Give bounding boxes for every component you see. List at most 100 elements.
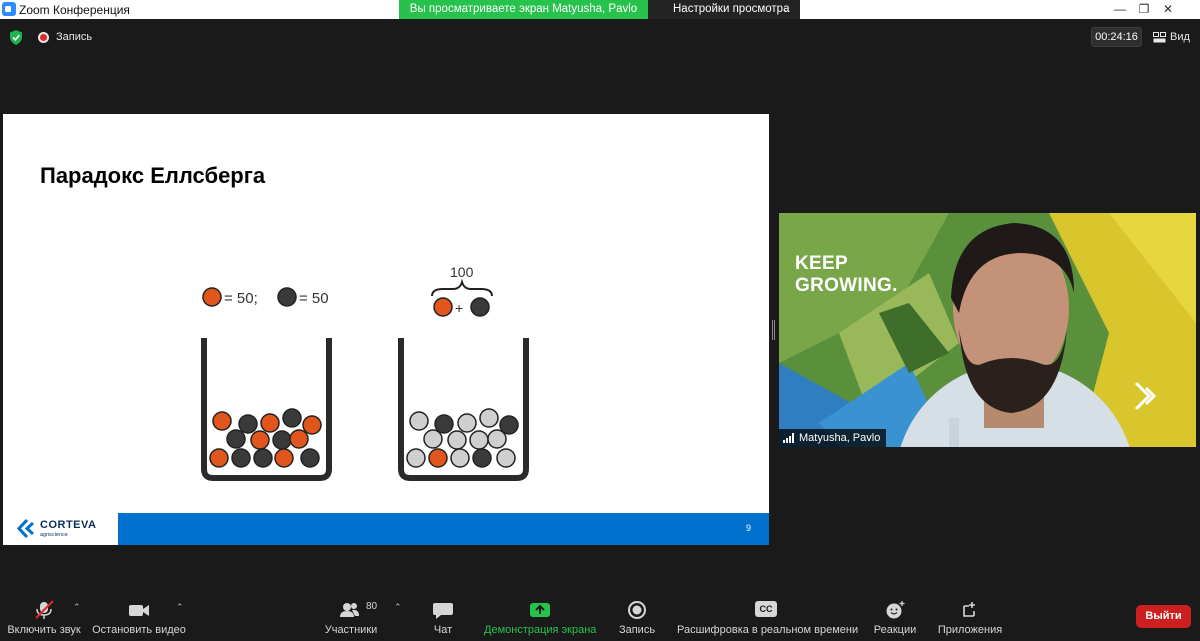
participant-video[interactable]: KEEP GROWING. Matyusha, Pavlo xyxy=(779,213,1196,447)
share-screen-button[interactable]: Демонстрация экрана xyxy=(484,597,596,641)
urn-known-ball-1 xyxy=(212,411,232,431)
leave-meeting-button[interactable]: Выйти xyxy=(1136,605,1191,628)
record-icon xyxy=(628,601,646,619)
urn-ambiguous-ball-12 xyxy=(450,448,470,468)
total-label: 100 xyxy=(450,264,474,280)
share-banner: Вы просматриваете экран Matyusha, Pavlo xyxy=(399,0,648,19)
urn-ambiguous-ball-6 xyxy=(423,429,443,449)
video-camera-icon xyxy=(129,605,149,616)
slide-page-number: 9 xyxy=(746,523,752,533)
apps-label: Приложения xyxy=(937,624,1003,636)
overlay-line-1: KEEP xyxy=(795,253,848,274)
stop-video-button[interactable]: Остановить видео xyxy=(92,597,186,641)
stop-video-label: Остановить видео xyxy=(92,624,186,636)
shared-screen-slide: = 50; = 50 100 + Парадокс Еллсберга CORT… xyxy=(3,114,769,545)
participant-name: Matyusha, Pavlo xyxy=(799,432,881,444)
muted-mic-icon xyxy=(35,600,54,619)
urn-known-ball-4 xyxy=(282,408,302,428)
corteva-logo-icon xyxy=(17,519,35,538)
legend-dark-ball xyxy=(277,287,297,307)
legend-orange-ball xyxy=(202,287,222,307)
restore-icon[interactable]: ❐ xyxy=(1136,1,1152,17)
view-settings-button[interactable]: Настройки просмотра ⌄ xyxy=(648,0,800,19)
urn-known-ball-3 xyxy=(260,413,280,433)
share-screen-icon xyxy=(530,603,550,617)
participants-count: 80 xyxy=(366,601,378,612)
urn-known-ball-5 xyxy=(302,415,322,435)
corteva-brand-name: CORTEVA xyxy=(40,519,97,531)
urn-known-ball-9 xyxy=(289,429,309,449)
chat-bubble-icon xyxy=(433,603,453,619)
overlay-line-2: GROWING. xyxy=(795,275,898,296)
urn-known-ball-10 xyxy=(209,448,229,468)
view-button[interactable]: Вид xyxy=(1153,29,1195,45)
view-label: Вид xyxy=(1170,31,1190,43)
urn-ambiguous-ball-8 xyxy=(469,430,489,450)
curly-brace xyxy=(431,278,493,297)
urn-ambiguous-balls xyxy=(406,408,519,468)
slide-title: Парадокс Еллсберга xyxy=(40,163,266,188)
urn-ambiguous-ball-13 xyxy=(472,448,492,468)
legend-dark-value: = 50 xyxy=(299,290,329,307)
video-options-caret-icon[interactable]: ⌃ xyxy=(176,602,184,613)
record-button[interactable]: Запись xyxy=(615,597,659,641)
video-background xyxy=(779,213,1196,447)
reactions-button[interactable]: Реакции xyxy=(872,597,918,641)
urn-ambiguous-ball-10 xyxy=(406,448,426,468)
reaction-smiley-icon xyxy=(886,601,905,619)
urn-ambiguous-ball-2 xyxy=(434,414,454,434)
urn-known-ball-13 xyxy=(274,448,294,468)
meeting-timer: 00:24:16 xyxy=(1091,27,1142,47)
chevron-down-icon: ⌄ xyxy=(782,4,790,14)
video-overlay-text: KEEP GROWING. xyxy=(795,253,898,297)
legend-orange-value: = 50; xyxy=(224,290,258,307)
pair-dark-ball xyxy=(470,297,490,317)
participant-name-tag: Matyusha, Pavlo xyxy=(779,429,887,447)
participants-label: Участники xyxy=(324,624,378,636)
security-shield-icon[interactable] xyxy=(9,30,23,45)
apps-icon xyxy=(963,602,975,617)
urn-known-ball-11 xyxy=(231,448,251,468)
apps-button[interactable]: Приложения xyxy=(936,597,1004,641)
grid-view-icon xyxy=(1153,32,1166,43)
share-screen-label: Демонстрация экрана xyxy=(484,624,597,636)
view-settings-label: Настройки просмотра xyxy=(673,3,790,15)
unmute-label: Включить звук xyxy=(7,624,81,636)
window-title: Zoom Конференция xyxy=(19,3,130,17)
corteva-brand-sub: agriscience xyxy=(40,532,68,538)
title-bar: Zoom Конференция Вы просматриваете экран… xyxy=(0,0,1200,19)
chat-button[interactable]: Чат xyxy=(423,597,463,641)
recording-icon xyxy=(38,32,49,43)
urn-known-ball-2 xyxy=(238,414,258,434)
signal-strength-icon xyxy=(783,433,794,443)
zoom-app-icon xyxy=(2,2,16,16)
urn-ambiguous-ball-14 xyxy=(496,448,516,468)
urn-ambiguous-ball-9 xyxy=(487,429,507,449)
minimize-icon[interactable]: — xyxy=(1112,1,1128,17)
audio-options-caret-icon[interactable]: ⌃ xyxy=(73,602,81,613)
urn-ambiguous-ball-3 xyxy=(457,413,477,433)
unmute-button[interactable]: Включить звук xyxy=(4,597,84,641)
zoom-window: Zoom Конференция Вы просматриваете экран… xyxy=(0,0,1200,641)
participants-options-caret-icon[interactable]: ⌃ xyxy=(394,602,402,613)
urn-known-ball-14 xyxy=(300,448,320,468)
live-transcript-button[interactable]: CC Расшифровка в реальном времени xyxy=(677,597,859,641)
urn-known-ball-12 xyxy=(253,448,273,468)
urn-ambiguous-ball-11 xyxy=(428,448,448,468)
chat-label: Чат xyxy=(433,624,453,636)
urn-ambiguous-ball-1 xyxy=(409,411,429,431)
recording-label: Запись xyxy=(56,31,93,43)
reactions-label: Реакции xyxy=(873,624,917,636)
plus-sign: + xyxy=(455,300,463,316)
panel-resize-handle[interactable] xyxy=(772,320,775,340)
record-label: Запись xyxy=(618,624,656,636)
urn-known-ball-7 xyxy=(250,430,270,450)
urn-ambiguous-ball-4 xyxy=(479,408,499,428)
urn-known-balls xyxy=(209,408,322,468)
captions-badge: CC xyxy=(755,601,777,617)
close-icon[interactable]: ✕ xyxy=(1160,1,1176,17)
urn-known-ball-6 xyxy=(226,429,246,449)
live-transcript-label: Расшифровка в реальном времени xyxy=(677,624,859,636)
urn-ambiguous-ball-7 xyxy=(447,430,467,450)
urn-known-ball-8 xyxy=(272,430,292,450)
